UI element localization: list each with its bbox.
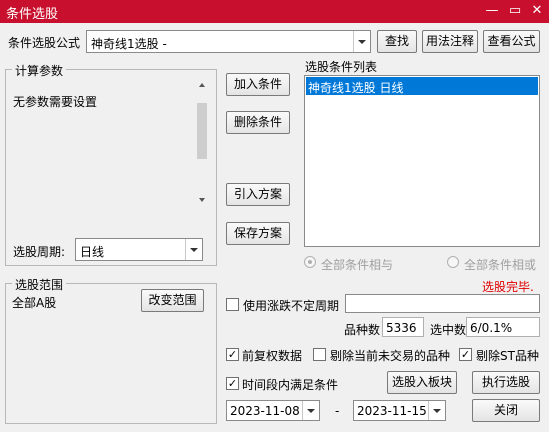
variable-period-checkbox[interactable] [226,298,239,311]
save-plan-button[interactable]: 保存方案 [226,222,290,245]
status-text: 选股完毕. [482,280,534,294]
time-range-label: 时间段内满足条件 [242,378,339,392]
scroll-up-icon[interactable] [199,83,205,87]
scroll-down-icon[interactable] [199,198,205,202]
scroll-thumb[interactable] [197,103,207,159]
selected-field: 6/0.1% [466,317,540,337]
check-icon: ✓ [460,348,471,361]
start-date-picker[interactable]: 2023-11-08 [226,400,320,421]
exclude-st-checkbox[interactable]: ✓ [459,348,472,361]
date-separator: - [335,404,340,418]
execute-button[interactable]: 执行选股 [472,371,540,394]
forward-adjust-label: 前复权数据 [242,349,303,363]
conditions-label: 选股条件列表 [305,60,378,74]
minimize-icon[interactable]: — [482,2,502,20]
find-button[interactable]: 查找 [377,30,417,53]
params-message: 无参数需要设置 [13,95,98,109]
end-date-value: 2023-11-15 [357,404,427,418]
time-range-checkbox[interactable]: ✓ [226,377,239,390]
title-bar: 条件选股 — ▭ ✕ [0,0,549,23]
forward-adjust-checkbox[interactable]: ✓ [226,348,239,361]
condition-item-label: 神奇线1选股 日线 [308,81,404,95]
formula-label: 条件选股公式 [8,36,81,50]
selected-label: 选中数 [430,323,467,337]
and-radio[interactable] [304,256,316,268]
close-icon[interactable]: ✕ [527,2,547,20]
check-icon: ✓ [227,348,238,361]
chevron-down-icon[interactable] [353,31,370,52]
usage-notes-button[interactable]: 用法注释 [422,30,478,53]
end-date-picker[interactable]: 2023-11-15 [353,400,446,421]
selected-value: 6/0.1% [470,321,513,335]
formula-value: 神奇线1选股 - [91,37,167,51]
add-condition-button[interactable]: 加入条件 [226,73,290,96]
window-title: 条件选股 [6,7,59,22]
params-group-label: 计算参数 [12,62,67,79]
scope-value: 全部A股 [12,296,57,310]
exclude-untraded-checkbox[interactable] [313,348,326,361]
remove-condition-button[interactable]: 删除条件 [226,111,290,134]
condition-item[interactable]: 神奇线1选股 日线 [306,77,538,95]
period-label: 选股周期: [13,245,66,259]
count-value: 5336 [386,321,417,335]
import-plan-button[interactable]: 引入方案 [226,183,290,206]
scope-group-label: 选股范围 [12,276,67,293]
or-radio-label: 全部条件相或 [464,258,537,272]
period-dropdown[interactable]: 日线 [75,238,203,261]
and-radio-label: 全部条件相与 [321,258,394,272]
conditions-list[interactable]: 神奇线1选股 日线 [304,75,540,247]
exclude-st-label: 剔除ST品种 [476,349,539,363]
variable-period-label: 使用涨跌不定周期 [243,299,340,313]
params-scrollbar[interactable] [194,77,211,209]
exclude-untraded-label: 剔除当前未交易的品种 [330,349,451,363]
start-date-value: 2023-11-08 [230,404,300,418]
restore-icon[interactable]: ▭ [505,2,525,20]
variable-period-input[interactable] [345,294,540,313]
view-formula-button[interactable]: 查看公式 [483,30,540,53]
formula-dropdown[interactable]: 神奇线1选股 - [86,30,371,53]
chevron-down-icon[interactable] [302,401,319,420]
check-icon: ✓ [227,377,238,390]
chevron-down-icon[interactable] [428,401,445,420]
close-button[interactable]: 关闭 [472,399,540,422]
change-scope-button[interactable]: 改变范围 [141,289,204,312]
or-radio[interactable] [447,256,459,268]
to-block-button[interactable]: 选股入板块 [387,371,457,394]
period-value: 日线 [80,245,105,259]
count-field: 5336 [382,317,424,337]
count-label: 品种数 [344,323,381,337]
chevron-down-icon[interactable] [185,239,202,260]
